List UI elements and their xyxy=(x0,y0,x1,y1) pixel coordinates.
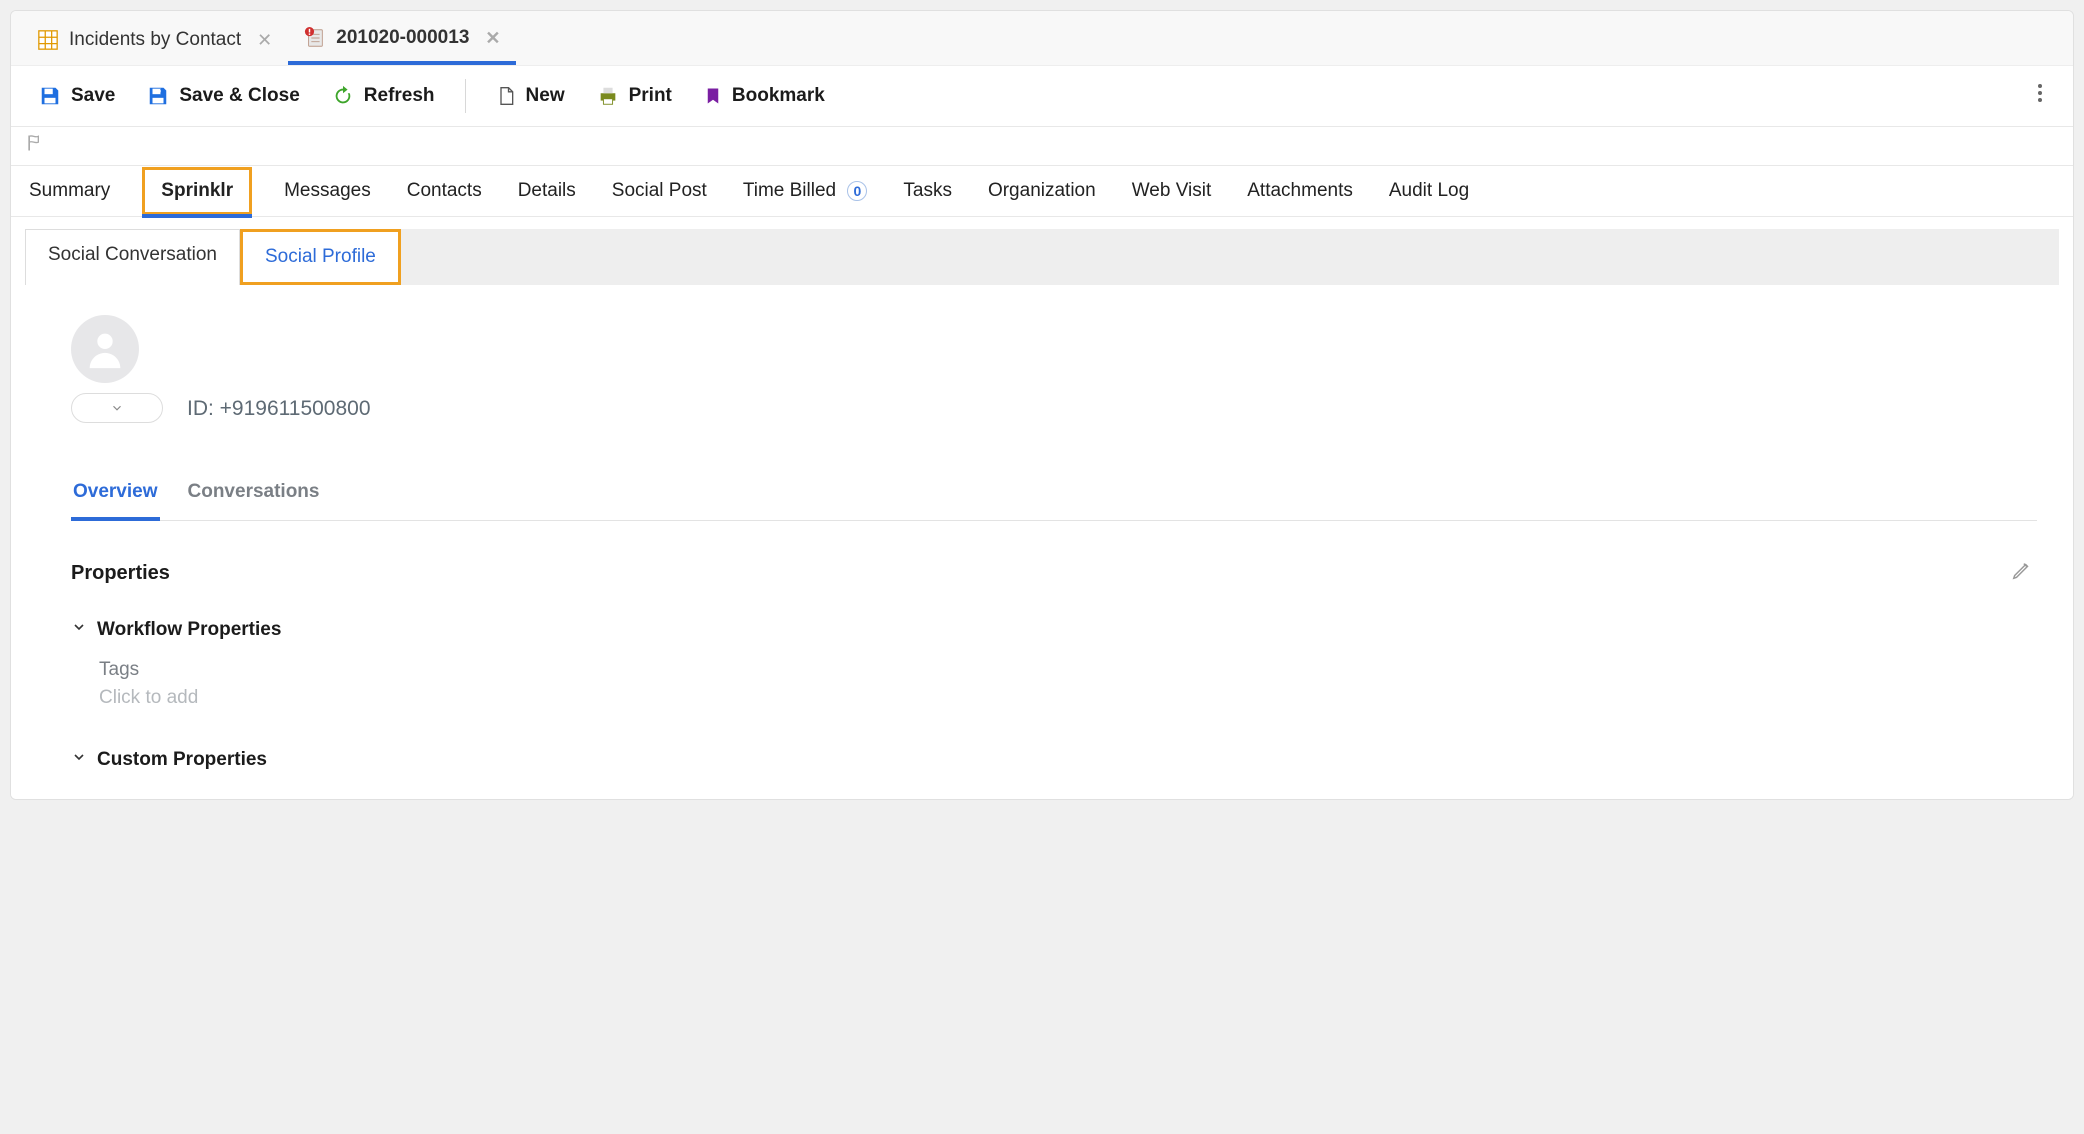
flag-bar xyxy=(11,127,2073,166)
tags-input[interactable]: Click to add xyxy=(99,687,2037,709)
print-label: Print xyxy=(629,85,672,107)
edit-properties-button[interactable] xyxy=(2007,555,2037,591)
tab-label: 201020-000013 xyxy=(336,27,469,49)
bookmark-label: Bookmark xyxy=(732,85,825,107)
save-close-button[interactable]: x Save & Close xyxy=(133,77,313,115)
nav-attachments[interactable]: Attachments xyxy=(1243,166,1357,216)
toolbar: Save x Save & Close Refresh New Print Bo… xyxy=(11,65,2073,127)
profile-tab-overview[interactable]: Overview xyxy=(71,471,160,521)
avatar xyxy=(71,315,139,383)
avatar-dropdown[interactable] xyxy=(71,393,163,423)
more-menu-button[interactable] xyxy=(2021,76,2059,116)
close-icon[interactable]: ✕ xyxy=(479,28,500,49)
property-label: Tags xyxy=(99,659,2037,681)
new-label: New xyxy=(526,85,565,107)
properties-title: Properties xyxy=(71,562,170,585)
social-profile-panel: ID: +919611500800 Overview Conversations… xyxy=(11,285,2073,799)
chevron-down-icon xyxy=(71,749,87,771)
nav-social-post[interactable]: Social Post xyxy=(608,166,711,216)
save-close-label: Save & Close xyxy=(179,85,299,107)
property-tags: Tags Click to add xyxy=(99,659,2037,709)
nav-messages[interactable]: Messages xyxy=(280,166,375,216)
nav-sprinklr[interactable]: Sprinklr xyxy=(142,167,252,215)
profile-avatar-block xyxy=(71,315,163,423)
group-title: Custom Properties xyxy=(97,749,267,771)
profile-id: ID: +919611500800 xyxy=(187,397,371,423)
profile-header: ID: +919611500800 xyxy=(71,315,2037,423)
time-billed-badge: 0 xyxy=(847,181,867,201)
nav-audit-log[interactable]: Audit Log xyxy=(1385,166,1473,216)
new-button[interactable]: New xyxy=(482,77,579,115)
nav-organization[interactable]: Organization xyxy=(984,166,1100,216)
pencil-icon xyxy=(2011,559,2033,581)
nav-summary[interactable]: Summary xyxy=(25,166,114,216)
tab-incident-record[interactable]: 201020-000013 ✕ xyxy=(288,17,516,65)
toolbar-separator xyxy=(465,79,466,113)
flag-icon[interactable] xyxy=(25,137,45,158)
nav-details[interactable]: Details xyxy=(514,166,580,216)
svg-text:x: x xyxy=(160,86,165,95)
refresh-label: Refresh xyxy=(364,85,435,107)
tab-label: Incidents by Contact xyxy=(69,29,241,51)
document-alert-icon xyxy=(304,27,326,49)
profile-tab-conversations[interactable]: Conversations xyxy=(186,471,322,520)
grid-icon xyxy=(37,29,59,51)
save-button[interactable]: Save xyxy=(25,77,129,115)
nav-time-billed[interactable]: Time Billed 0 xyxy=(739,166,872,216)
close-icon[interactable]: ✕ xyxy=(251,30,272,51)
window-tabs: Incidents by Contact ✕ 201020-000013 ✕ xyxy=(11,11,2073,65)
group-title: Workflow Properties xyxy=(97,619,281,641)
nav-web-visit[interactable]: Web Visit xyxy=(1128,166,1216,216)
save-label: Save xyxy=(71,85,115,107)
bookmark-button[interactable]: Bookmark xyxy=(690,77,839,115)
social-subtabs: Social Conversation Social Profile xyxy=(25,229,2059,285)
properties-section-header: Properties xyxy=(71,555,2037,591)
chevron-down-icon xyxy=(71,619,87,641)
subtab-social-conversation[interactable]: Social Conversation xyxy=(25,229,240,285)
nav-tasks[interactable]: Tasks xyxy=(899,166,956,216)
group-workflow-properties[interactable]: Workflow Properties xyxy=(71,619,2037,641)
record-nav: Summary Sprinklr Messages Contacts Detai… xyxy=(11,166,2073,217)
nav-contacts[interactable]: Contacts xyxy=(403,166,486,216)
person-icon xyxy=(82,326,128,372)
chevron-down-icon xyxy=(110,401,124,415)
subtab-social-profile[interactable]: Social Profile xyxy=(240,229,401,285)
profile-tabs: Overview Conversations xyxy=(71,471,2037,521)
app-frame: Incidents by Contact ✕ 201020-000013 ✕ S… xyxy=(10,10,2074,800)
group-custom-properties[interactable]: Custom Properties xyxy=(71,749,2037,771)
print-button[interactable]: Print xyxy=(583,77,686,115)
tab-incidents-by-contact[interactable]: Incidents by Contact ✕ xyxy=(21,19,288,63)
refresh-button[interactable]: Refresh xyxy=(318,77,449,115)
